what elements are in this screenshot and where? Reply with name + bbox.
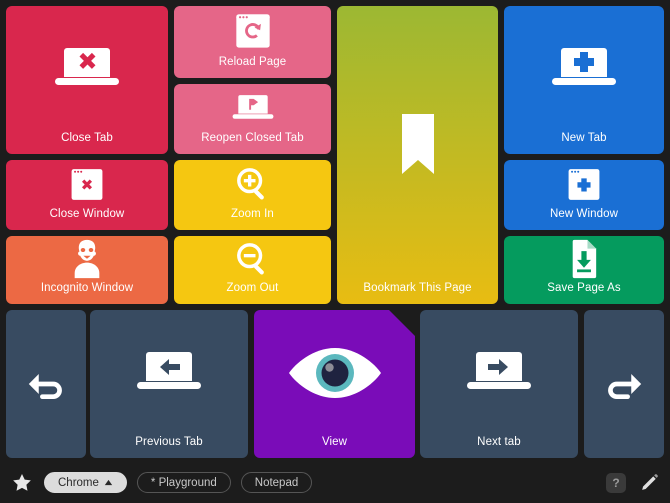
browser-plus-icon bbox=[504, 160, 664, 208]
tile-label: Bookmark This Page bbox=[363, 282, 472, 294]
tile-label: Reopen Closed Tab bbox=[201, 132, 304, 144]
tile-label: Zoom Out bbox=[226, 282, 279, 294]
laptop-plus-icon bbox=[504, 6, 664, 132]
tile-back[interactable] bbox=[6, 310, 86, 458]
tile-next-tab[interactable]: Next tab bbox=[420, 310, 578, 458]
deck-app-window: Close Tab Reload Page Reopen Closed Tab … bbox=[0, 0, 670, 503]
tile-bookmark-this-page[interactable]: Bookmark This Page bbox=[337, 6, 498, 304]
star-icon[interactable] bbox=[10, 471, 34, 495]
magnifier-minus-icon bbox=[174, 236, 331, 282]
tile-reload-page[interactable]: Reload Page bbox=[174, 6, 331, 78]
window-chip-label: * Playground bbox=[150, 476, 217, 489]
tile-label: Incognito Window bbox=[40, 282, 134, 294]
tile-forward[interactable] bbox=[584, 310, 664, 458]
tile-reopen-closed-tab[interactable]: Reopen Closed Tab bbox=[174, 84, 331, 154]
browser-reload-icon bbox=[174, 6, 331, 56]
browser-x-icon bbox=[6, 160, 168, 208]
laptop-right-icon bbox=[420, 310, 578, 436]
tile-label: New Window bbox=[549, 208, 619, 220]
tile-close-tab[interactable]: Close Tab bbox=[6, 6, 168, 154]
window-chip-group: Chrome * Playground Notepad bbox=[34, 472, 313, 493]
tile-new-tab[interactable]: New Tab bbox=[504, 6, 664, 154]
bottom-toolbar: Chrome * Playground Notepad ? bbox=[0, 462, 670, 503]
tile-incognito-window[interactable]: Incognito Window bbox=[6, 236, 168, 304]
tile-label: Next tab bbox=[477, 436, 521, 448]
window-chip-chrome[interactable]: Chrome bbox=[44, 472, 127, 493]
file-download-icon bbox=[504, 236, 664, 282]
tile-view[interactable]: View bbox=[254, 310, 415, 458]
tile-label: Close Window bbox=[49, 208, 125, 220]
tile-label: Close Tab bbox=[61, 132, 113, 144]
laptop-left-icon bbox=[90, 310, 248, 436]
tile-close-window[interactable]: Close Window bbox=[6, 160, 168, 230]
arrow-back-icon bbox=[6, 310, 86, 458]
tile-label: Zoom In bbox=[231, 208, 274, 220]
pencil-icon[interactable] bbox=[638, 472, 660, 494]
tile-zoom-out[interactable]: Zoom Out bbox=[174, 236, 331, 304]
magnifier-plus-icon bbox=[174, 160, 331, 208]
tile-label: View bbox=[321, 436, 348, 448]
tile-label: New Tab bbox=[561, 132, 607, 144]
laptop-reopen-icon bbox=[174, 84, 331, 132]
question-mark-icon[interactable]: ? bbox=[606, 472, 626, 493]
tile-previous-tab[interactable]: Previous Tab bbox=[90, 310, 248, 458]
window-chip-playground[interactable]: * Playground bbox=[136, 472, 231, 493]
arrow-forward-icon bbox=[584, 310, 664, 458]
incognito-icon bbox=[6, 236, 168, 282]
caret-up-icon bbox=[104, 479, 113, 486]
tile-zoom-in[interactable]: Zoom In bbox=[174, 160, 331, 230]
bookmark-icon bbox=[337, 6, 498, 282]
tile-label: Previous Tab bbox=[135, 436, 203, 448]
tile-new-window[interactable]: New Window bbox=[504, 160, 664, 230]
laptop-x-icon bbox=[6, 6, 168, 132]
tile-save-page-as[interactable]: Save Page As bbox=[504, 236, 664, 304]
tile-label: Reload Page bbox=[218, 56, 287, 68]
eye-icon bbox=[254, 310, 415, 436]
window-chip-label: Notepad bbox=[254, 476, 299, 489]
window-chip-notepad[interactable]: Notepad bbox=[240, 472, 313, 493]
window-chip-label: Chrome bbox=[58, 476, 99, 489]
tile-label: Save Page As bbox=[547, 282, 621, 294]
